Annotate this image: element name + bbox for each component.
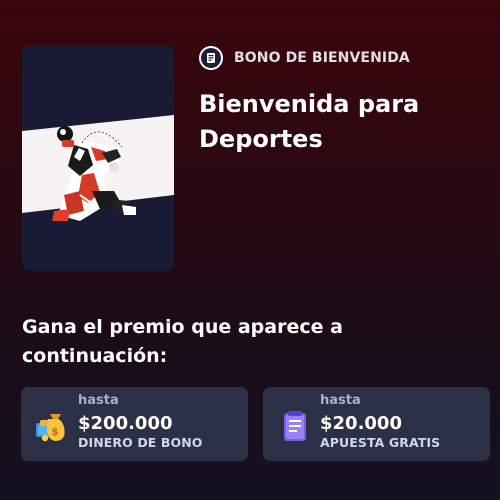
rewards-prompt-line-1: Gana el premio que aparece a <box>22 316 343 338</box>
reward-amount: $200.000 <box>78 413 173 434</box>
reward-prefix: hasta <box>78 393 119 408</box>
reward-card-free-bet: hasta $20.000 APUESTA GRATIS <box>263 387 490 461</box>
sports-ticket-icon <box>199 46 223 70</box>
promo-title-line-1: Bienvenida para <box>199 90 420 118</box>
free-bet-slip-icon <box>284 411 306 441</box>
rewards-prompt: Gana el premio que aparece a continuació… <box>22 313 482 371</box>
soccer-player-illustration <box>22 45 174 271</box>
welcome-bonus-badge: BONO DE BIENVENIDA <box>199 45 410 71</box>
reward-prefix: hasta <box>320 393 361 408</box>
badge-label: BONO DE BIENVENIDA <box>234 50 410 66</box>
reward-card-bonus-money: $ hasta $200.000 DINERO DE BONO <box>21 387 248 461</box>
reward-label: APUESTA GRATIS <box>320 435 441 450</box>
reward-label: DINERO DE BONO <box>78 435 203 450</box>
promo-image-card <box>22 45 174 271</box>
promo-title: Bienvenida para Deportes <box>199 87 489 157</box>
svg-text:$: $ <box>52 427 59 438</box>
money-bag-icon: $ <box>36 414 65 442</box>
promo-title-line-2: Deportes <box>199 125 323 153</box>
rewards-prompt-line-2: continuación: <box>22 345 168 367</box>
reward-amount: $20.000 <box>320 413 402 434</box>
